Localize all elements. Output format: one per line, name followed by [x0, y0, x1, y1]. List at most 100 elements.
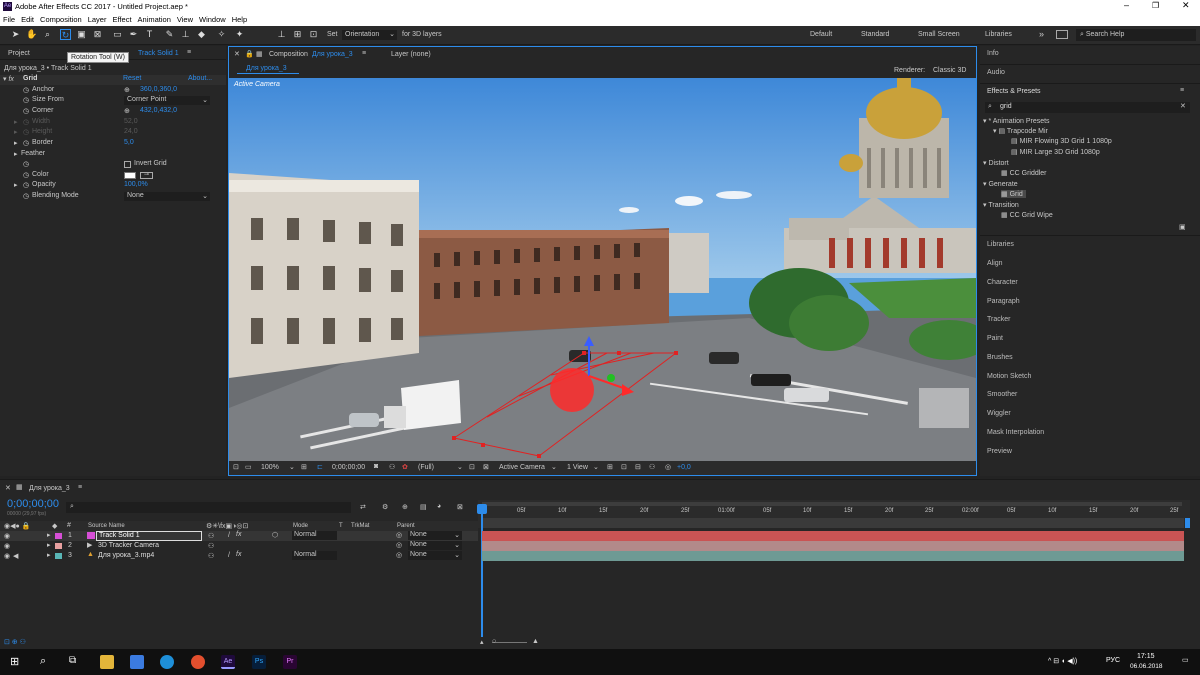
composition-viewer[interactable]: Active Camera — [229, 78, 976, 461]
chevron-down-icon[interactable]: ⌄ — [289, 463, 295, 471]
comp-tab-prefix[interactable]: Composition — [269, 51, 308, 58]
region-of-interest-icon[interactable]: ⊡ — [469, 463, 475, 471]
fast-previews-icon[interactable]: ⊡ — [621, 463, 627, 471]
exposure-icon[interactable]: ◎ — [665, 463, 671, 471]
eye-icon[interactable]: ◉ — [4, 542, 10, 550]
quality-switch-icon[interactable]: / — [228, 552, 230, 559]
tree-item[interactable]: ▾ Transition — [983, 201, 1019, 209]
layer-name[interactable]: Для урока_3.mp4 — [98, 552, 154, 559]
paragraph-panel-header[interactable]: Paragraph — [987, 298, 1020, 305]
world-axis-icon[interactable]: ⊞ — [292, 29, 303, 40]
windows-start-icon[interactable]: ⊞ — [10, 655, 19, 668]
flowchart-icon[interactable]: ⚇ — [649, 463, 655, 471]
menu-layer[interactable]: Layer — [85, 14, 110, 26]
expand-arrow-icon[interactable]: ▸ — [14, 128, 18, 136]
toggle-switches-icon[interactable]: ⊡ ⊕ ⚇ — [4, 638, 26, 646]
layer-tab[interactable]: Layer (none) — [391, 51, 431, 58]
orientation-dropdown[interactable]: Orientation ⌄ — [342, 30, 397, 40]
resolution-value[interactable]: (Full) — [418, 464, 434, 471]
expand-arrow-icon[interactable]: ▸ — [47, 531, 51, 539]
invert-grid-checkbox[interactable] — [124, 161, 131, 168]
effects-presets-header[interactable]: Effects & Presets — [987, 88, 1041, 95]
view-layout-value[interactable]: 1 View — [567, 464, 588, 471]
workspace-standard[interactable]: Standard — [861, 31, 889, 38]
tree-item[interactable]: ▤ MIR Flowing 3D Grid 1 1080p — [1011, 137, 1112, 145]
libraries-panel-header[interactable]: Libraries — [987, 241, 1014, 248]
timeline-layer-row[interactable]: ◉ ▸ 2 ▶ 3D Tracker Camera ⚇ ◎ None ⌄ — [0, 541, 478, 551]
zoom-value[interactable]: 100% — [261, 464, 279, 471]
maximize-icon[interactable]: ❐ — [1152, 1, 1159, 10]
photoshop-taskbar-icon[interactable]: Ps — [252, 655, 266, 669]
layer-name[interactable]: 3D Tracker Camera — [98, 542, 159, 549]
sync-settings-icon[interactable] — [1056, 30, 1068, 39]
effects-search-field[interactable]: ⌕ grid ✕ — [985, 102, 1190, 113]
save-app-icon[interactable] — [130, 655, 144, 669]
premiere-taskbar-icon[interactable]: Pr — [283, 655, 297, 669]
shy-switch-icon[interactable]: ⚇ — [208, 552, 214, 560]
chevron-down-icon[interactable]: ⌄ — [457, 463, 463, 471]
menu-composition[interactable]: Composition — [37, 14, 85, 26]
stopwatch-icon[interactable]: ◷ — [23, 107, 29, 115]
smoother-panel-header[interactable]: Smoother — [987, 391, 1017, 398]
tree-item[interactable]: ▾ Distort — [983, 159, 1009, 167]
expand-arrow-icon[interactable]: ▸ — [14, 118, 18, 126]
puppet-tool-icon[interactable]: ✦ — [234, 29, 245, 40]
rectangle-tool-icon[interactable]: ▭ — [112, 29, 123, 40]
info-panel-header[interactable]: Info — [987, 50, 999, 57]
clear-search-icon[interactable]: ✕ — [1180, 102, 1186, 110]
exposure-value[interactable]: +0,0 — [677, 464, 691, 471]
zoom-in-icon[interactable]: ▲ — [532, 638, 539, 645]
3d-layer-switch-icon[interactable]: ⬡ — [272, 531, 278, 539]
stopwatch-icon[interactable]: ◷ — [23, 96, 29, 104]
zoom-tool-icon[interactable]: ⌕ — [42, 29, 53, 40]
graph-editor-icon[interactable]: ⊠ — [457, 503, 463, 511]
menu-window[interactable]: Window — [196, 14, 229, 26]
audio-panel-header[interactable]: Audio — [987, 69, 1005, 76]
timeline-layer-row[interactable]: ◉ ▸ 1 Track Solid 1 ⚇ / fx ⬡ Normal ◎ No… — [0, 531, 478, 541]
pan-behind-tool-icon[interactable]: ⊠ — [92, 29, 103, 40]
crosshair-icon[interactable]: ⊕ — [124, 86, 130, 94]
shy-switch-icon[interactable]: ⚇ — [208, 542, 214, 550]
playhead-handle[interactable] — [477, 504, 487, 514]
tree-item-selected[interactable]: ▦ Grid — [1001, 190, 1026, 198]
stopwatch-icon[interactable]: ◷ — [23, 160, 29, 168]
shy-layers-icon[interactable]: ⊕ — [402, 503, 408, 511]
timeline-timecode[interactable]: 0;00;00;00 — [7, 498, 59, 510]
comp-navigator-tab[interactable]: Для урока_3 — [237, 63, 299, 74]
effects-switch-icon[interactable]: fx — [236, 551, 241, 558]
time-ruler[interactable]: 05f 10f 15f 20f 25f 01:00f 05f 10f 15f 2… — [478, 500, 1190, 528]
crosshair-icon[interactable]: ⊕ — [124, 107, 130, 115]
eraser-tool-icon[interactable]: ◆ — [196, 29, 207, 40]
close-tab-icon[interactable]: ✕ — [5, 484, 11, 492]
chrome-icon[interactable] — [191, 655, 205, 669]
fx-toggle-icon[interactable]: ▾ fx — [3, 75, 14, 83]
layer-duration-bar[interactable] — [482, 551, 1184, 561]
effect-controls-tab[interactable]: Track Solid 1 — [138, 50, 179, 57]
stopwatch-icon[interactable]: ◷ — [23, 181, 29, 189]
wiggler-panel-header[interactable]: Wiggler — [987, 410, 1011, 417]
transparency-grid-icon[interactable]: ⊠ — [483, 463, 489, 471]
clock-date[interactable]: 06.06.2018 — [1130, 663, 1163, 670]
panel-menu-icon[interactable]: ≡ — [362, 50, 366, 57]
work-area-range[interactable] — [482, 518, 1184, 528]
zoom-out-icon[interactable]: ▴ — [480, 638, 484, 646]
expand-arrow-icon[interactable]: ▸ — [47, 551, 51, 559]
eye-icon[interactable]: ◉ — [4, 532, 10, 540]
new-bin-icon[interactable]: ▣ — [1179, 223, 1186, 231]
work-area-end-handle[interactable] — [1185, 518, 1190, 528]
menu-edit[interactable]: Edit — [18, 14, 37, 26]
menu-file[interactable]: File — [0, 14, 18, 26]
chevron-down-icon[interactable]: ⌄ — [551, 463, 557, 471]
expand-arrow-icon[interactable]: ▸ — [14, 181, 18, 189]
show-snapshot-icon[interactable]: ⚇ — [389, 463, 395, 471]
panel-menu-icon[interactable]: ≡ — [187, 49, 191, 56]
mask-icon[interactable]: ⊏ — [317, 463, 323, 471]
timeline-zoom-slider[interactable] — [492, 642, 527, 643]
audio-icon[interactable]: ◀ — [13, 552, 18, 560]
layer-duration-bar[interactable] — [482, 541, 1184, 551]
menu-effect[interactable]: Effect — [109, 14, 134, 26]
comp-mini-flowchart-icon[interactable]: ⇄ — [360, 503, 366, 511]
expand-arrow-icon[interactable]: ▸ — [14, 139, 18, 147]
effects-switch-icon[interactable]: fx — [236, 531, 241, 538]
mode-dropdown[interactable]: Normal — [292, 531, 337, 540]
